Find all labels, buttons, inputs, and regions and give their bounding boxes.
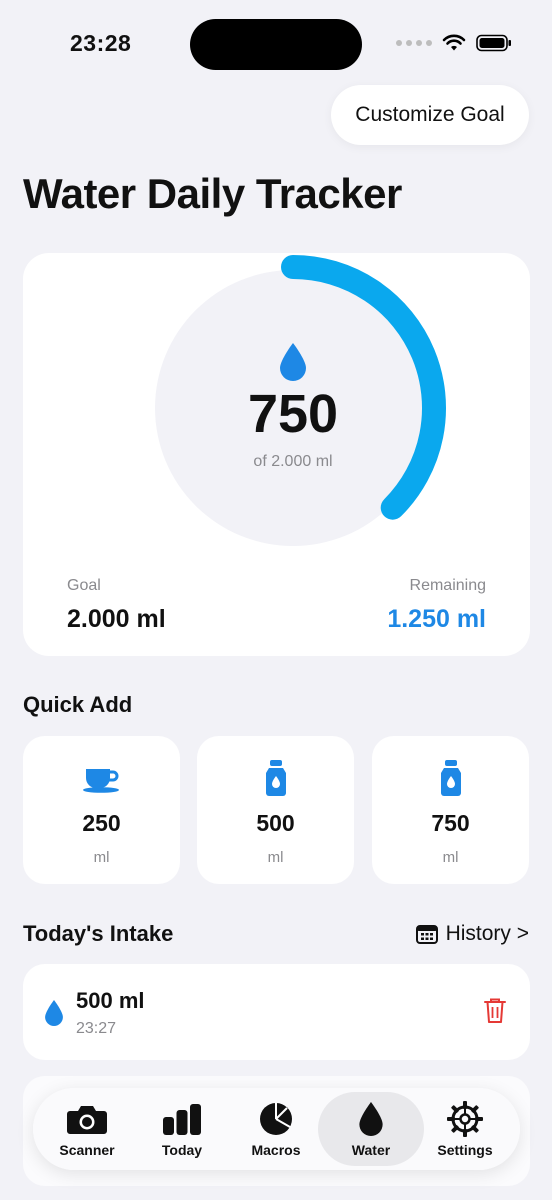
status-bar: 23:28 — [0, 0, 552, 90]
tab-scanner[interactable]: Scanner — [37, 1092, 137, 1166]
page-title: Water Daily Tracker — [23, 170, 402, 217]
water-drop-icon — [359, 1102, 383, 1136]
current-intake-value: 750 — [247, 384, 339, 444]
remaining-value: 1.250 ml — [387, 605, 486, 633]
tab-label: Scanner — [59, 1142, 115, 1158]
quick-add-amount: 500 — [256, 810, 295, 836]
bottle-icon — [265, 760, 286, 796]
tab-today[interactable]: Today — [132, 1092, 232, 1166]
quick-add-unit: ml — [267, 849, 284, 866]
battery-icon — [476, 34, 511, 52]
tab-bar: Scanner Today Macros Water Settings — [33, 1088, 520, 1170]
calendar-icon — [415, 925, 438, 944]
intake-amount: 500 ml — [76, 988, 145, 1013]
goal-subtext: of 2.000 ml — [253, 453, 333, 470]
tab-macros[interactable]: Macros — [226, 1092, 326, 1166]
quick-add-row: 250 ml 500 ml 750 ml — [23, 736, 530, 884]
intake-time: 23:27 — [76, 1020, 117, 1037]
tab-label: Today — [161, 1142, 203, 1158]
trash-icon[interactable] — [484, 998, 506, 1024]
dynamic-island — [190, 19, 362, 70]
tab-label: Water — [351, 1142, 391, 1158]
gear-icon — [447, 1101, 483, 1137]
quick-add-250-button[interactable]: 250 ml — [23, 736, 180, 884]
tab-label: Settings — [437, 1142, 493, 1158]
goal-value: 2.000 ml — [67, 605, 166, 633]
tab-water[interactable]: Water — [318, 1092, 424, 1166]
quick-add-750-button[interactable]: 750 ml — [372, 736, 529, 884]
customize-goal-button[interactable]: Customize Goal — [331, 85, 529, 145]
goal-label: Goal — [67, 577, 101, 594]
quick-add-title: Quick Add — [23, 692, 133, 717]
status-icons — [396, 34, 512, 52]
water-drop-icon — [280, 343, 306, 381]
quick-add-amount: 750 — [431, 810, 470, 836]
progress-ring: 750 of 2.000 ml — [138, 253, 448, 563]
quick-add-500-button[interactable]: 500 ml — [197, 736, 354, 884]
history-link[interactable]: History > — [415, 922, 529, 946]
progress-card: 750 of 2.000 ml Goal 2.000 ml Remaining … — [23, 253, 530, 656]
wifi-icon — [442, 34, 466, 51]
quick-add-unit: ml — [93, 849, 110, 866]
water-drop-icon — [45, 1000, 63, 1026]
bar-chart-icon — [163, 1104, 201, 1135]
cup-icon — [82, 769, 119, 793]
tab-settings[interactable]: Settings — [415, 1092, 515, 1166]
pie-chart-icon — [260, 1103, 292, 1135]
quick-add-amount: 250 — [82, 810, 121, 836]
bottle-icon — [440, 760, 461, 796]
tab-label: Macros — [251, 1142, 301, 1158]
status-time: 23:28 — [70, 30, 132, 56]
intake-entry: 500 ml 23:27 — [23, 964, 530, 1060]
history-label: History > — [445, 922, 529, 945]
todays-intake-title: Today's Intake — [23, 921, 174, 946]
camera-icon — [67, 1106, 107, 1134]
quick-add-unit: ml — [442, 849, 459, 866]
signal-icon — [396, 40, 432, 46]
remaining-label: Remaining — [409, 577, 486, 594]
